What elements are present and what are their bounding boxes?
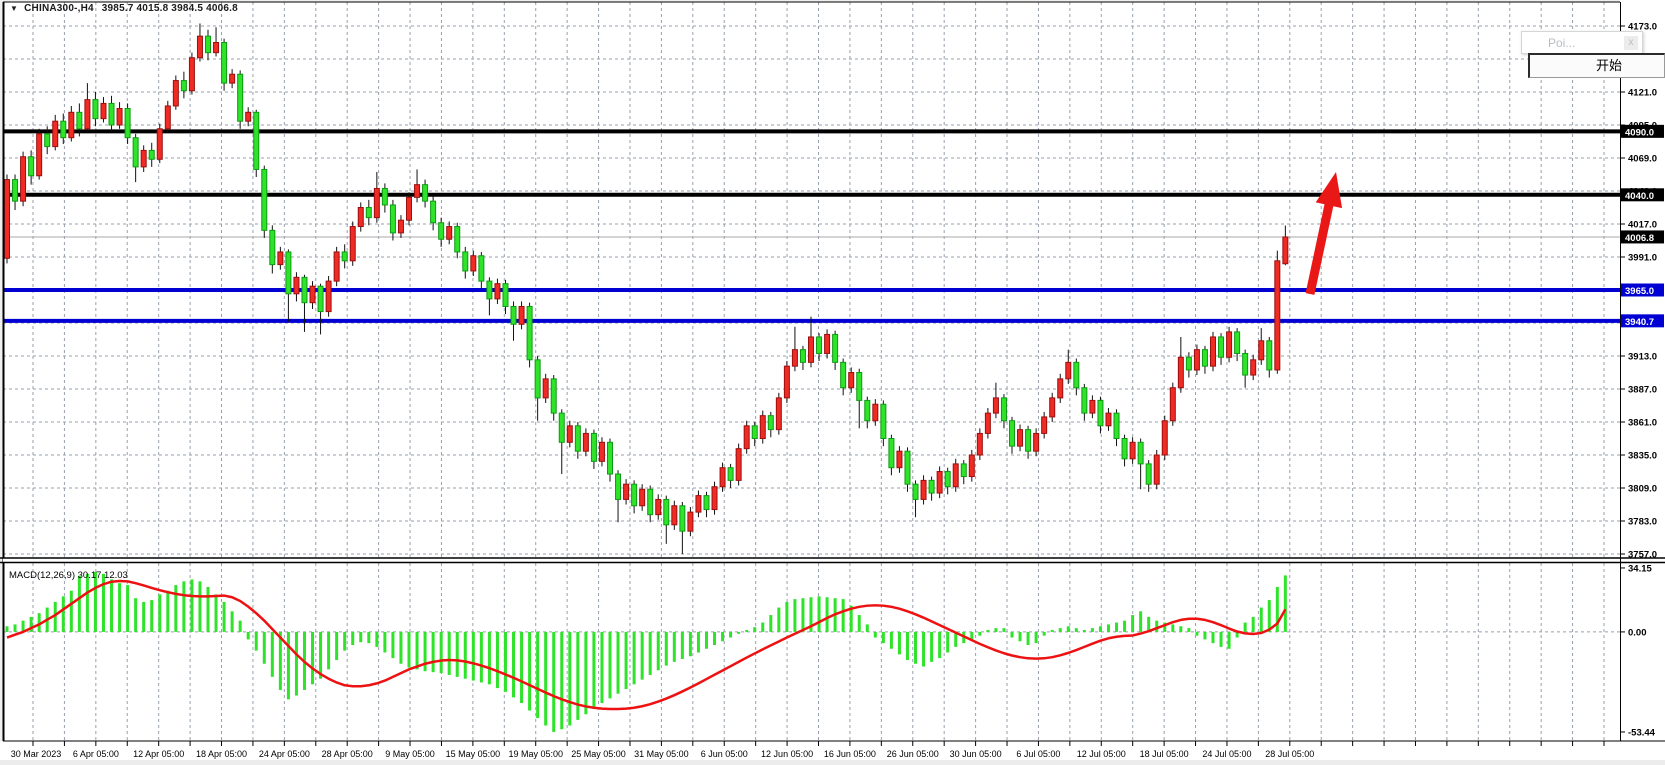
price-line-label: 4006.8 <box>1621 230 1664 244</box>
svg-text:6 Jun 05:00: 6 Jun 05:00 <box>701 749 748 759</box>
svg-text:3861.0: 3861.0 <box>1628 418 1657 429</box>
svg-text:34.15: 34.15 <box>1628 563 1652 574</box>
indicator-popup: Poi... x <box>1521 31 1643 54</box>
svg-text:3991.0: 3991.0 <box>1628 253 1657 264</box>
svg-text:12 Jun 05:00: 12 Jun 05:00 <box>761 749 813 759</box>
svg-text:31 May 05:00: 31 May 05:00 <box>634 749 689 759</box>
svg-text:9 May 05:00: 9 May 05:00 <box>385 749 435 759</box>
svg-text:24 Apr 05:00: 24 Apr 05:00 <box>259 749 310 759</box>
svg-text:6 Apr 05:00: 6 Apr 05:00 <box>73 749 119 759</box>
mt4-chart-window: MACD(12,26,9) 30.17 12.034173.04147.0412… <box>0 0 1665 765</box>
macd-label: MACD(12,26,9) 30.17 12.03 <box>9 570 128 581</box>
close-icon[interactable]: x <box>1624 36 1638 50</box>
svg-text:3783.0: 3783.0 <box>1628 517 1657 528</box>
svg-text:25 May 05:00: 25 May 05:00 <box>571 749 626 759</box>
svg-text:4006.8: 4006.8 <box>1625 233 1654 244</box>
symbol-dropdown-icon[interactable]: ▼ <box>10 4 18 13</box>
chart-title-bar: ▼ CHINA300-,H4 3985.7 4015.8 3984.5 4006.8 <box>10 3 238 14</box>
svg-text:4017.0: 4017.0 <box>1628 220 1657 231</box>
svg-text:4121.0: 4121.0 <box>1628 88 1657 99</box>
svg-text:3809.0: 3809.0 <box>1628 484 1657 495</box>
price-line-label: 3965.0 <box>1621 284 1664 298</box>
svg-text:4040.0: 4040.0 <box>1625 191 1654 202</box>
svg-text:4090.0: 4090.0 <box>1625 127 1654 138</box>
svg-text:28 Apr 05:00: 28 Apr 05:00 <box>322 749 373 759</box>
popup-title: Poi... <box>1522 36 1624 50</box>
svg-text:0.00: 0.00 <box>1628 627 1647 638</box>
svg-text:4069.0: 4069.0 <box>1628 154 1657 165</box>
svg-text:26 Jun 05:00: 26 Jun 05:00 <box>887 749 939 759</box>
start-button[interactable]: 开始 <box>1528 53 1665 78</box>
svg-text:18 Jul 05:00: 18 Jul 05:00 <box>1140 749 1189 759</box>
svg-text:3913.0: 3913.0 <box>1628 352 1657 363</box>
svg-text:15 May 05:00: 15 May 05:00 <box>446 749 501 759</box>
chart-canvas: MACD(12,26,9) 30.17 12.034173.04147.0412… <box>0 0 1665 765</box>
svg-text:24 Jul 05:00: 24 Jul 05:00 <box>1202 749 1251 759</box>
svg-text:16 Jun 05:00: 16 Jun 05:00 <box>824 749 876 759</box>
price-line-label: 3940.7 <box>1621 314 1664 328</box>
svg-text:18 Apr 05:00: 18 Apr 05:00 <box>196 749 247 759</box>
svg-text:28 Jul 05:00: 28 Jul 05:00 <box>1265 749 1314 759</box>
svg-text:3757.0: 3757.0 <box>1628 550 1657 561</box>
popup-title-bar[interactable]: Poi... x <box>1521 31 1643 54</box>
svg-text:3940.7: 3940.7 <box>1625 317 1654 328</box>
svg-text:3965.0: 3965.0 <box>1625 286 1654 297</box>
svg-text:12 Jul 05:00: 12 Jul 05:00 <box>1077 749 1126 759</box>
svg-text:19 May 05:00: 19 May 05:00 <box>508 749 563 759</box>
svg-text:6 Jul 05:00: 6 Jul 05:00 <box>1016 749 1060 759</box>
svg-text:30 Mar 2023: 30 Mar 2023 <box>11 749 62 759</box>
symbol-timeframe-label: CHINA300-,H4 <box>24 3 94 14</box>
svg-text:3835.0: 3835.0 <box>1628 451 1657 462</box>
price-line-label: 4090.0 <box>1621 125 1664 139</box>
ohlc-summary: 3985.7 4015.8 3984.5 4006.8 <box>102 3 238 14</box>
svg-text:12 Apr 05:00: 12 Apr 05:00 <box>133 749 184 759</box>
svg-text:30 Jun 05:00: 30 Jun 05:00 <box>950 749 1002 759</box>
price-line-label: 4040.0 <box>1621 188 1664 202</box>
svg-text:-53.44: -53.44 <box>1628 727 1656 738</box>
svg-text:3887.0: 3887.0 <box>1628 385 1657 396</box>
